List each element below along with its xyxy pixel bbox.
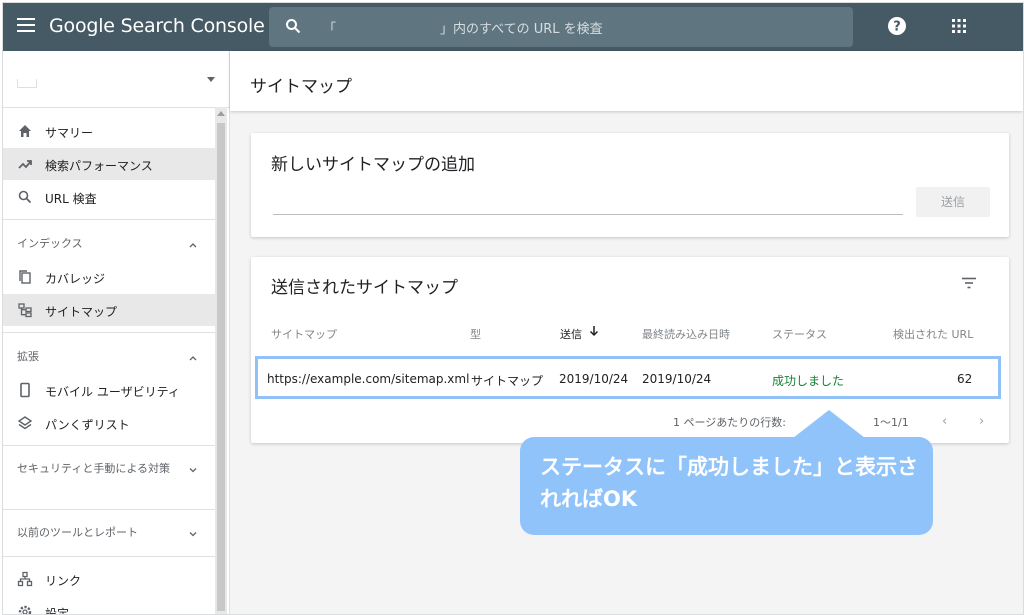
cell-last-read-date: 2019/10/24 bbox=[642, 372, 712, 386]
column-header-last-read[interactable]: 最終読み込み日時 bbox=[642, 326, 730, 342]
cell-sitemap-url[interactable]: https://example.com/sitemap.xml bbox=[267, 372, 469, 386]
sidebar-divider bbox=[3, 219, 215, 220]
menu-icon[interactable] bbox=[17, 18, 35, 36]
sidebar-item-sitemaps[interactable]: サイトマップ bbox=[3, 294, 215, 326]
sidebar-item-label: モバイル ユーザビリティ bbox=[45, 385, 180, 399]
column-header-sitemap[interactable]: サイトマップ bbox=[271, 326, 337, 342]
status-badge: 成功しました bbox=[772, 374, 845, 388]
property-placeholder bbox=[17, 79, 37, 88]
page-header: サイトマップ bbox=[230, 51, 1023, 111]
sidebar-item-mobile-usability[interactable]: モバイル ユーザビリティ bbox=[3, 374, 215, 406]
sidebar-item-summary[interactable]: サマリー bbox=[3, 115, 215, 147]
sidebar-item-breadcrumbs[interactable]: パンくずリスト bbox=[3, 407, 215, 439]
add-sitemap-card: 新しいサイトマップの追加 送信 bbox=[251, 133, 1009, 237]
settings-icon bbox=[18, 605, 32, 614]
card-title: 送信されたサイトマップ bbox=[271, 278, 458, 298]
cell-type: サイトマップ bbox=[471, 374, 544, 388]
column-header-type[interactable]: 型 bbox=[470, 326, 481, 342]
column-header-status[interactable]: ステータス bbox=[772, 326, 827, 342]
app-title: Google Search Console bbox=[49, 15, 265, 37]
home-icon bbox=[19, 125, 31, 137]
trending-up-icon bbox=[18, 160, 32, 169]
chevron-up-icon[interactable] bbox=[189, 354, 197, 362]
column-header-submitted[interactable]: 送信 bbox=[560, 326, 582, 342]
next-page-icon[interactable]: › bbox=[979, 414, 984, 429]
smartphone-icon bbox=[20, 382, 30, 398]
help-icon[interactable]: ? bbox=[887, 16, 907, 36]
sidebar-item-links[interactable]: リンク bbox=[3, 563, 215, 595]
sidebar-item-settings[interactable]: 設定 bbox=[3, 596, 215, 615]
url-inspect-search[interactable]: 「 」内のすべての URL を検査 bbox=[269, 7, 853, 47]
card-title: 新しいサイトマップの追加 bbox=[271, 155, 475, 175]
sidebar-item-coverage[interactable]: カバレッジ bbox=[3, 261, 215, 293]
column-header-discovered-urls[interactable]: 検出された URL bbox=[893, 326, 973, 342]
sidebar-item-label: 検索パフォーマンス bbox=[45, 159, 153, 173]
sidebar-item-performance[interactable]: 検索パフォーマンス bbox=[3, 148, 215, 180]
callout-text: ステータスに「成功しました」と表示されればOK bbox=[540, 455, 918, 511]
sitemap-icon bbox=[18, 303, 32, 318]
copy-icon bbox=[19, 270, 31, 284]
section-heading-index[interactable]: インデックス bbox=[17, 236, 177, 252]
search-input[interactable]: 「 」内のすべての URL を検査 bbox=[323, 18, 603, 37]
layers-icon bbox=[17, 416, 33, 430]
chevron-down-icon[interactable] bbox=[189, 466, 197, 474]
submit-button[interactable]: 送信 bbox=[916, 187, 990, 217]
filter-icon[interactable] bbox=[961, 277, 977, 289]
sidebar-item-label: サマリー bbox=[45, 126, 94, 140]
svg-text:?: ? bbox=[893, 20, 901, 35]
property-selector[interactable] bbox=[3, 51, 229, 108]
links-icon bbox=[17, 571, 33, 587]
sidebar-item-label: 設定 bbox=[45, 607, 70, 615]
rows-per-page-label: 1 ページあたりの行数: bbox=[673, 416, 786, 429]
sidebar-item-label: リンク bbox=[45, 574, 82, 588]
sidebar-item-label: パンくずリスト bbox=[45, 418, 130, 432]
sidebar-divider bbox=[3, 445, 215, 446]
page-range: 1〜1/1 bbox=[873, 416, 909, 429]
sitemap-url-input[interactable] bbox=[273, 214, 903, 215]
annotation-callout: ステータスに「成功しました」と表示されればOK bbox=[520, 437, 933, 535]
top-bar: Google Search Console 「 」内のすべての URL を検査 … bbox=[3, 3, 1023, 51]
submitted-sitemaps-card: 送信されたサイトマップ サイトマップ 型 送信 最終読み込み日時 ステータス 検… bbox=[251, 257, 1009, 443]
apps-grid-icon[interactable] bbox=[951, 18, 967, 34]
chevron-up-icon[interactable] bbox=[189, 241, 197, 249]
sidebar: サマリー 検索パフォーマンス URL 検査 インデックス カバレッジ サイトマッ… bbox=[3, 51, 230, 614]
page-title: サイトマップ bbox=[250, 77, 352, 97]
sidebar-divider bbox=[3, 556, 215, 557]
sidebar-item-label: カバレッジ bbox=[45, 272, 106, 286]
sidebar-item-label: URL 検査 bbox=[45, 192, 97, 206]
sidebar-item-label: サイトマップ bbox=[45, 305, 118, 319]
section-heading-enhancements[interactable]: 拡張 bbox=[17, 349, 177, 365]
app-window: Google Search Console 「 」内のすべての URL を検査 … bbox=[2, 2, 1024, 615]
arrow-down-icon[interactable] bbox=[589, 325, 599, 337]
sidebar-divider bbox=[3, 509, 215, 510]
sidebar-divider bbox=[3, 332, 215, 333]
chevron-down-icon[interactable] bbox=[189, 530, 197, 538]
callout-pointer bbox=[793, 410, 865, 438]
section-heading-security[interactable]: セキュリティと手動による対策 bbox=[17, 461, 177, 477]
scroll-up-icon[interactable] bbox=[217, 111, 225, 116]
cell-discovered-urls: 62 bbox=[957, 372, 973, 386]
scrollbar-thumb[interactable] bbox=[217, 123, 225, 611]
section-heading-legacy-tools[interactable]: 以前のツールとレポート bbox=[17, 525, 177, 541]
cell-submitted-date: 2019/10/24 bbox=[559, 372, 629, 386]
caret-down-icon bbox=[207, 77, 215, 82]
previous-page-icon[interactable]: ‹ bbox=[942, 414, 947, 429]
sidebar-item-url-inspection[interactable]: URL 検査 bbox=[3, 181, 215, 213]
search-icon bbox=[18, 190, 32, 204]
search-icon bbox=[286, 19, 301, 34]
